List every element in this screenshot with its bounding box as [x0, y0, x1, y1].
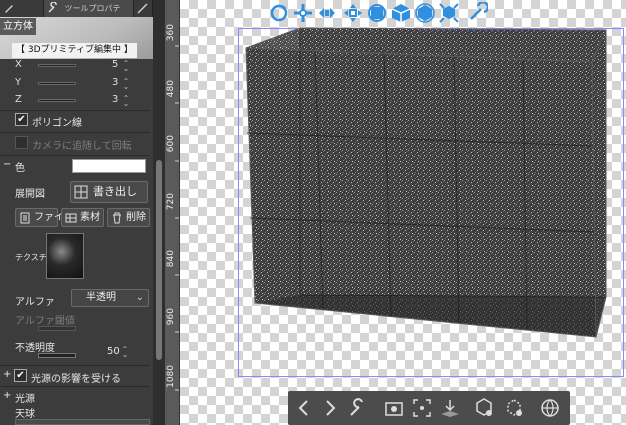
- pan-camera-icon[interactable]: [292, 2, 314, 24]
- cube-scale-icon[interactable]: [438, 2, 460, 24]
- axis-row-x: X 5 ⌃ ⌄: [0, 58, 150, 74]
- tab-label: ツールプロパテ: [64, 4, 121, 13]
- color-label: 色: [15, 163, 25, 174]
- grid-icon: [74, 185, 88, 199]
- axis-slider[interactable]: [38, 64, 76, 67]
- reset-icon[interactable]: [466, 2, 488, 24]
- ruler-ticks: [175, 45, 179, 391]
- axis-value[interactable]: 5: [112, 59, 118, 70]
- globe-icon[interactable]: [538, 396, 562, 420]
- opacity-slider[interactable]: [38, 353, 76, 358]
- opacity-label: 不透明度: [15, 343, 55, 354]
- light-source-label: 光源: [15, 394, 35, 405]
- spin-icon[interactable]: ⌃ ⌄: [121, 60, 131, 73]
- light-influence-expand-toggle[interactable]: +: [3, 369, 11, 380]
- previous-icon[interactable]: [292, 396, 316, 420]
- rotate-camera-icon[interactable]: [268, 2, 290, 24]
- move-object-icon[interactable]: [342, 2, 364, 24]
- polygon-lines-label: ポリゴン線: [32, 118, 82, 129]
- delete-button[interactable]: 削除: [107, 208, 150, 227]
- cube-view-icon[interactable]: [390, 2, 412, 24]
- axis-value[interactable]: 3: [112, 94, 118, 105]
- alpha-threshold-label: アルファ閾値: [15, 316, 75, 327]
- cube-3d-object[interactable]: [180, 0, 626, 425]
- light-influence-label: 光源の影響を受ける: [31, 374, 121, 385]
- divider: [0, 386, 150, 387]
- alpha-threshold-slider[interactable]: [38, 326, 76, 331]
- sky-label: 天球: [15, 409, 35, 420]
- divider: [0, 365, 150, 366]
- canvas-area[interactable]: [180, 0, 626, 425]
- panel-scrollbar[interactable]: [153, 0, 165, 425]
- light-source-expand-toggle[interactable]: +: [3, 390, 11, 401]
- color-collapse-toggle[interactable]: −: [3, 159, 11, 170]
- camera-toolbar: [268, 2, 490, 26]
- material-icon: [65, 213, 77, 223]
- axis-label: Z: [15, 94, 22, 105]
- cube-rotate-icon[interactable]: [414, 2, 436, 24]
- ground-icon[interactable]: [438, 396, 462, 420]
- panel-tab-strip: ツールプロパテ: [0, 0, 153, 17]
- opacity-value[interactable]: 50: [107, 346, 120, 357]
- wrench-icon: [48, 2, 57, 13]
- material-label: 素材: [80, 212, 100, 223]
- dolly-camera-icon[interactable]: [316, 2, 338, 24]
- frame-select-icon[interactable]: [410, 396, 434, 420]
- delete-label: 削除: [126, 212, 146, 223]
- tab-pen[interactable]: [134, 0, 153, 17]
- polygon-lines-checkbox[interactable]: ✔: [15, 113, 28, 126]
- export-button[interactable]: 書き出し: [70, 181, 148, 203]
- rotate-reset-icon[interactable]: [502, 396, 526, 420]
- object-settings-icon[interactable]: [472, 396, 496, 420]
- tab-brush[interactable]: [0, 0, 44, 17]
- tool-name: 立方体: [0, 18, 36, 35]
- next-icon[interactable]: [318, 396, 342, 420]
- spin-icon[interactable]: ⌃ ⌄: [120, 346, 130, 359]
- mode-banner: 【 3Dプリミティブ編集中 】: [12, 43, 137, 58]
- vertical-ruler: 360 480 600 720 840 960 1080: [165, 0, 180, 425]
- file-button[interactable]: ファイ: [15, 208, 64, 227]
- divider: [0, 110, 150, 111]
- axis-value[interactable]: 3: [112, 77, 118, 88]
- object-toolbar: [288, 391, 570, 425]
- alpha-select[interactable]: 半透明 ⌄: [71, 289, 149, 307]
- rotate-with-camera-label: カメラに追随して回転: [32, 141, 132, 152]
- file-label: ファイ: [34, 212, 64, 223]
- texture-label: テクスチ: [15, 253, 47, 262]
- rotate-with-camera-checkbox[interactable]: [15, 136, 28, 149]
- unfold-label: 展開図: [15, 189, 45, 200]
- chevron-down-icon: ⌄: [135, 292, 144, 303]
- axis-row-y: Y 3 ⌃ ⌄: [0, 76, 150, 92]
- sky-controls[interactable]: [15, 419, 150, 425]
- axis-row-z: Z 3 ⌃ ⌄: [0, 93, 150, 109]
- camera-fit-icon[interactable]: [382, 396, 406, 420]
- light-influence-checkbox[interactable]: ✔: [14, 369, 27, 382]
- axis-slider[interactable]: [38, 99, 76, 102]
- material-button[interactable]: 素材: [61, 208, 104, 227]
- texture-thumbnail[interactable]: [46, 233, 84, 279]
- wrench-icon[interactable]: [346, 396, 370, 420]
- axis-slider[interactable]: [38, 82, 76, 85]
- pen-icon: [137, 3, 148, 14]
- spin-icon[interactable]: ⌃ ⌄: [121, 95, 131, 108]
- axis-label: Y: [15, 77, 22, 88]
- trash-icon: [113, 212, 121, 224]
- tab-tool-property[interactable]: ツールプロパテ: [44, 0, 134, 17]
- color-swatch[interactable]: [72, 159, 146, 173]
- spin-icon[interactable]: ⌃ ⌄: [121, 78, 131, 91]
- alpha-label: アルファ: [15, 297, 55, 308]
- brush-icon: [5, 5, 13, 13]
- divider: [0, 132, 150, 133]
- divider: [0, 155, 150, 156]
- scrollbar-thumb[interactable]: [156, 160, 162, 360]
- axis-label: X: [15, 59, 22, 70]
- export-label: 書き出し: [93, 185, 137, 198]
- alpha-value: 半透明: [86, 292, 116, 303]
- file-icon: [20, 212, 30, 224]
- rotate-object-icon[interactable]: [366, 2, 388, 24]
- tool-property-panel: ツールプロパテ 立方体 【 3Dプリミティブ編集中 】 X 5 ⌃ ⌄ Y 3 ⌃…: [0, 0, 153, 425]
